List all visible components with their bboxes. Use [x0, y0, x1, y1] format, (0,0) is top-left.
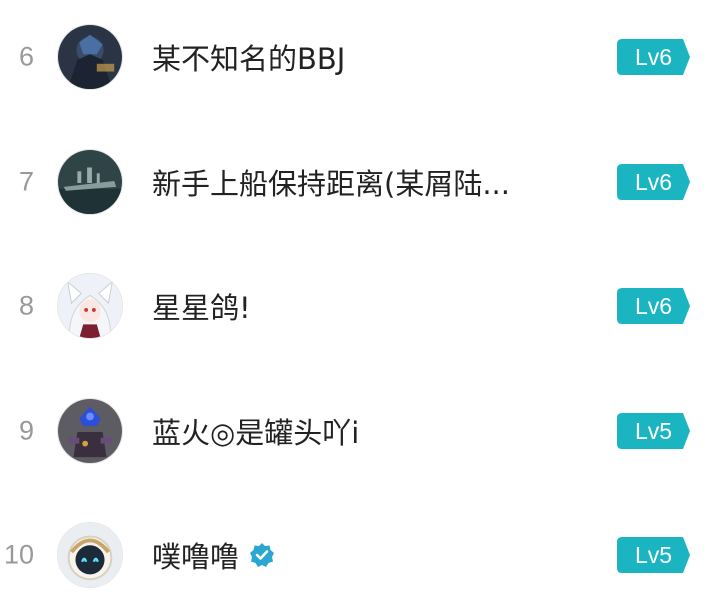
list-item[interactable]: 6 某不知名的BBJ Lv6	[0, 0, 725, 117]
level-text: Lv6	[634, 169, 673, 195]
avatar[interactable]	[57, 522, 123, 588]
level-text: Lv5	[634, 542, 673, 568]
user-name[interactable]: 新手上船保持距离(某屑陆...	[152, 161, 510, 203]
user-name-text: 星星鸽!	[152, 291, 251, 325]
level-text: Lv5	[634, 418, 673, 444]
level-text: Lv6	[634, 44, 673, 70]
list-item[interactable]: 8 星星鸽! Lv6	[0, 246, 725, 366]
user-name-text: 蓝火◎是罐头吖i	[152, 416, 360, 450]
rank-number: 8	[18, 290, 34, 321]
avatar[interactable]	[57, 273, 123, 339]
level-text: Lv6	[634, 293, 673, 319]
avatar[interactable]	[57, 398, 123, 464]
user-name[interactable]: 某不知名的BBJ	[152, 36, 345, 78]
avatar[interactable]	[57, 24, 123, 90]
list-item[interactable]: 9 蓝火◎是罐头吖i Lv5	[0, 371, 725, 491]
level-badge: Lv5	[617, 413, 690, 449]
rank-number: 7	[18, 166, 34, 197]
user-name[interactable]: 星星鸽!	[152, 285, 251, 327]
rank-number: 9	[18, 415, 34, 446]
verified-check-icon	[249, 542, 275, 568]
user-name[interactable]: 蓝火◎是罐头吖i	[152, 410, 359, 452]
list-item[interactable]: 7 新手上船保持距离(某屑陆... Lv6	[0, 122, 725, 242]
level-badge: Lv6	[617, 39, 690, 75]
list-item[interactable]: 10 噗噜噜 Lv5	[0, 495, 725, 605]
user-name-text: 新手上船保持距离(某屑陆...	[152, 167, 510, 201]
avatar[interactable]	[57, 149, 123, 215]
level-badge: Lv6	[617, 164, 690, 200]
user-name-text: 噗噜噜	[152, 540, 240, 574]
user-name-text: 某不知名的BBJ	[152, 42, 346, 76]
ranking-list: 6 某不知名的BBJ Lv6 7 新手上船保持距离(某屑陆... Lv6 8 星…	[0, 0, 725, 605]
rank-number: 10	[3, 539, 34, 570]
user-name[interactable]: 噗噜噜	[152, 534, 275, 576]
level-badge: Lv5	[617, 537, 690, 573]
rank-number: 6	[18, 41, 34, 72]
level-badge: Lv6	[617, 288, 690, 324]
